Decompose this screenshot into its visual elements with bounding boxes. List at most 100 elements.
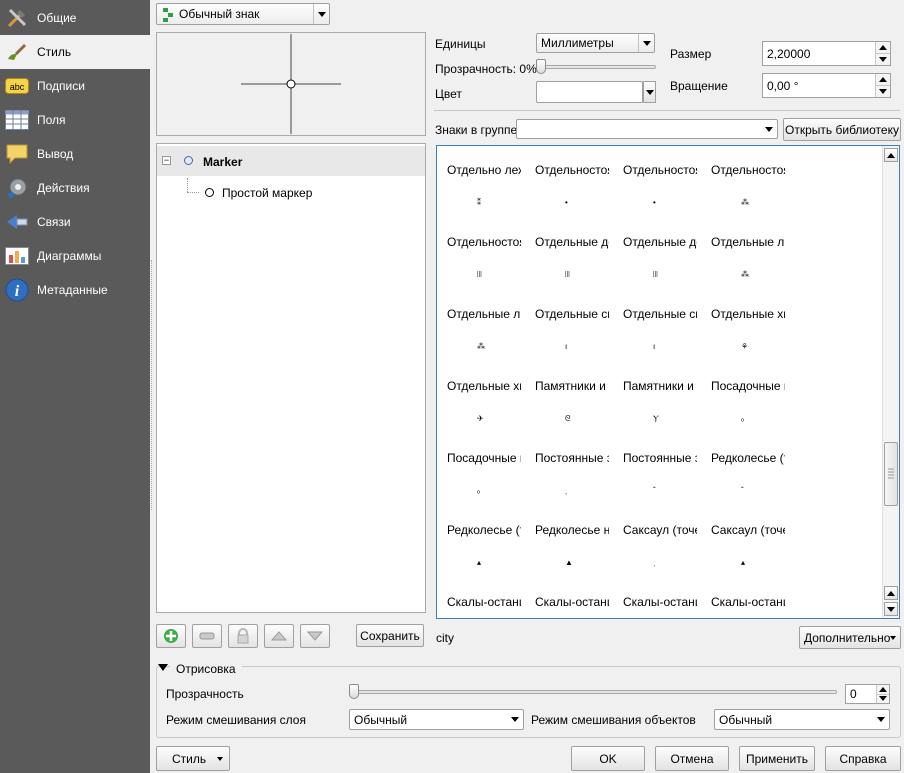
units-value: Миллиметры xyxy=(541,36,614,50)
units-select[interactable]: Миллиметры xyxy=(536,33,655,53)
symbol-cell[interactable]: Отдельные смешанные ı xyxy=(613,290,697,362)
symbol-cell[interactable]: Постоянные знаки ˆ xyxy=(613,434,697,506)
symbol-glyph: ▴ xyxy=(477,558,482,567)
apply-button[interactable]: Применить xyxy=(739,746,815,771)
symbol-cell[interactable]: Скалы-останцы xyxy=(525,578,609,618)
remove-symbol-layer-button[interactable] xyxy=(192,624,222,648)
symbol-cell[interactable]: Отдельные деревья ꔖ xyxy=(613,218,697,290)
sidebar-splitter[interactable] xyxy=(151,260,154,510)
sidebar-item-label: Действия xyxy=(37,181,90,195)
tree-root-label: Marker xyxy=(203,155,243,169)
sidebar-item-diagrams[interactable]: Диаграммы xyxy=(0,239,150,273)
lock-icon xyxy=(237,628,249,644)
symbol-cell[interactable]: Отдельные лиственные ⁂ xyxy=(437,290,521,362)
chevron-down-icon xyxy=(313,4,329,24)
symbol-cell[interactable]: Отдельностоящие • xyxy=(525,146,609,218)
move-layer-down-button[interactable] xyxy=(300,624,330,648)
symbol-cell[interactable]: Редколесье низкорослое ▲ xyxy=(525,506,609,578)
sidebar-item-actions[interactable]: Действия xyxy=(0,171,150,205)
feature-blend-select[interactable]: Обычный xyxy=(714,709,890,730)
tree-row-marker[interactable]: − Marker xyxy=(157,146,425,176)
rotation-value: 0,00 ° xyxy=(767,78,799,93)
symbol-cell[interactable]: Отдельные лиственные ⁂ xyxy=(701,218,785,290)
symbol-name: Скалы-останцы xyxy=(711,595,785,609)
renderer-type-select[interactable]: Обычный знак xyxy=(156,3,330,25)
spin-down-icon[interactable] xyxy=(876,85,890,97)
help-button[interactable]: Справка xyxy=(825,746,901,771)
collapse-icon[interactable]: − xyxy=(162,156,171,165)
tree-row-simple-marker[interactable]: Простой маркер xyxy=(157,180,425,204)
lock-layer-button[interactable] xyxy=(228,624,258,648)
sidebar-item-metadata[interactable]: i Метаданные xyxy=(0,273,150,307)
symbol-cell[interactable]: Посадочные площадки ₒ xyxy=(701,362,785,434)
spin-up-icon[interactable] xyxy=(876,74,890,85)
move-layer-up-button[interactable] xyxy=(264,624,294,648)
spin-up-icon[interactable] xyxy=(877,685,889,694)
layer-transparency-slider[interactable] xyxy=(350,690,837,694)
sidebar-item-display[interactable]: Вывод xyxy=(0,137,150,171)
symbol-group-select[interactable] xyxy=(516,119,778,139)
spin-down-icon[interactable] xyxy=(876,53,890,65)
color-button[interactable] xyxy=(536,81,643,103)
sidebar-item-label: Стиль xyxy=(37,45,72,59)
symbol-glyph: ⁂ xyxy=(477,342,485,351)
style-menu-button[interactable]: Стиль xyxy=(156,746,230,771)
cancel-button[interactable]: Отмена xyxy=(655,746,729,771)
symbol-cell[interactable]: Посадочные площадки ₒ xyxy=(437,434,521,506)
sidebar-item-joins[interactable]: Связи xyxy=(0,205,150,239)
symbol-name: Отдельно лежащие xyxy=(447,163,521,177)
layer-transparency-spinbox[interactable]: 0 xyxy=(845,684,890,704)
layer-blend-value: Обычный xyxy=(354,712,408,727)
sidebar-item-style[interactable]: Стиль xyxy=(0,35,150,69)
sidebar-item-fields[interactable]: Поля xyxy=(0,103,150,137)
scroll-up-icon[interactable] xyxy=(884,148,898,162)
layer-transparency-handle[interactable] xyxy=(349,684,359,699)
symbol-cell[interactable]: Саксаул (точечный) ˌ xyxy=(613,506,697,578)
symbol-cell[interactable]: Памятники и монументы ᘓ xyxy=(525,362,609,434)
sidebar-item-labels[interactable]: abc Подписи xyxy=(0,69,150,103)
symbol-cell[interactable]: Памятники и монументы Ⲩ xyxy=(613,362,697,434)
scroll-up-icon[interactable] xyxy=(884,586,898,600)
symbol-cell[interactable]: Отдельные хвойные ✈ xyxy=(437,362,521,434)
rotation-label: Вращение xyxy=(670,79,728,93)
feature-blend-label: Режим смешивания объектов xyxy=(531,713,696,727)
sidebar-item-label: Подписи xyxy=(37,79,85,93)
symbol-cell[interactable]: Саксаул (точечный) ▴ xyxy=(701,506,785,578)
symbol-cell[interactable]: Скалы-останцы xyxy=(701,578,785,618)
symbol-cell[interactable]: Отдельностоящие ⁂ xyxy=(701,146,785,218)
collapse-group-icon[interactable] xyxy=(158,664,168,671)
symbol-name: Отдельные хвойные xyxy=(447,379,521,393)
open-library-button[interactable]: Открыть библиотеку xyxy=(783,118,901,141)
spin-up-icon[interactable] xyxy=(876,42,890,53)
rotation-spinbox[interactable]: 0,00 ° xyxy=(762,73,891,98)
ok-button[interactable]: OK xyxy=(571,746,645,771)
add-symbol-layer-button[interactable] xyxy=(156,624,186,648)
layer-blend-select[interactable]: Обычный xyxy=(349,709,524,730)
symbol-name: Отдельные лиственные xyxy=(711,235,785,249)
symbol-cell[interactable]: Скалы-останцы xyxy=(437,578,521,618)
spin-down-icon[interactable] xyxy=(877,693,889,703)
symbol-cell[interactable]: Скалы-останцы xyxy=(613,578,697,618)
symbol-cell[interactable]: Редколесье (точечное) ▴ xyxy=(437,506,521,578)
symbol-cell[interactable]: Отдельные смешанные ı xyxy=(525,290,609,362)
symbol-transparency-handle[interactable] xyxy=(536,59,546,74)
advanced-menu-button[interactable]: Дополнительно xyxy=(799,626,901,649)
symbol-cell[interactable]: Отдельные деревья ꔖ xyxy=(525,218,609,290)
symbol-cell[interactable]: Постоянные знаки ˎ xyxy=(525,434,609,506)
layer-transparency-label: Прозрачность xyxy=(166,687,244,701)
symbol-name: Отдельные деревья xyxy=(623,235,697,249)
symbol-cell[interactable]: Отдельные хвойные ⚘ xyxy=(701,290,785,362)
sidebar-item-general[interactable]: Общие xyxy=(0,1,150,35)
scroll-thumb[interactable] xyxy=(884,442,898,506)
save-symbol-button[interactable]: Сохранить xyxy=(356,624,424,647)
color-menu-button[interactable] xyxy=(643,81,656,103)
symbol-cell[interactable]: Отдельностоящие ꔖ xyxy=(437,218,521,290)
symbol-cell[interactable]: Редколесье (точечное) ˆ xyxy=(701,434,785,506)
symbol-cell[interactable]: Отдельно лежащие ⁑ xyxy=(437,146,521,218)
symbol-cell[interactable]: Отдельностоящие • xyxy=(613,146,697,218)
symbol-transparency-slider[interactable] xyxy=(536,65,656,69)
size-spinbox[interactable]: 2,20000 xyxy=(762,41,891,66)
symbol-grid-scrollbar[interactable] xyxy=(882,146,899,618)
arrow-up-icon xyxy=(271,631,287,641)
scroll-down-icon[interactable] xyxy=(884,602,898,616)
